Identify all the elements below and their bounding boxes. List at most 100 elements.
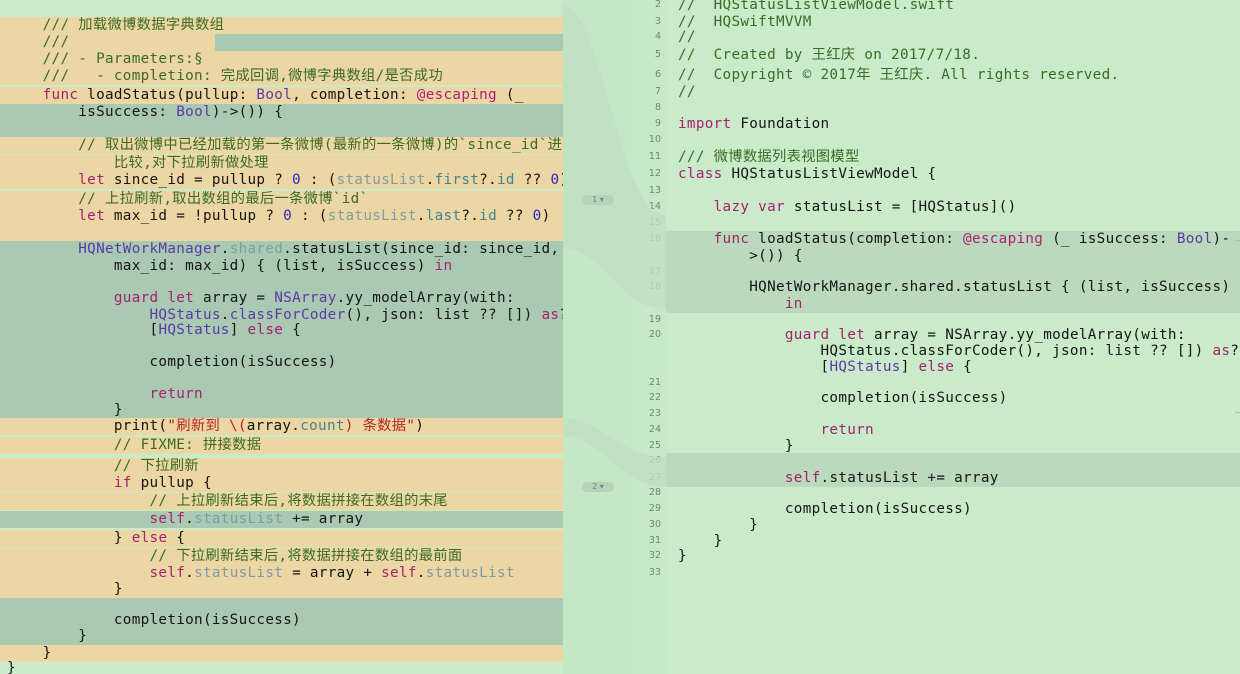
code-token: . [425,172,435,188]
code-line[interactable]: func loadStatus(pullup: Bool, completion… [0,87,563,104]
code-token: ) [415,418,425,434]
code-token: loadStatus(completion: [749,231,964,247]
code-line[interactable]: completion(isSuccess) [0,354,563,371]
code-token: @escaping [416,87,497,103]
code-token: self [7,565,186,581]
code-line[interactable]: // 下拉刷新结束后,将数据拼接在数组的最前面 [0,548,563,565]
code-line[interactable]: } [0,402,563,419]
code-line[interactable] [666,183,1240,200]
code-token: id [496,172,515,188]
code-line[interactable] [666,453,1240,470]
code-line[interactable]: return [666,422,1240,439]
code-token: let [7,172,105,188]
code-line[interactable]: HQNetWorkManager.shared.statusList(since… [0,241,563,258]
code-token: ?? [497,208,533,224]
code-line[interactable] [666,100,1240,117]
code-line[interactable]: isSuccess: Bool)->()) { [0,104,563,121]
code-line[interactable]: self.statusList = array + self.statusLis… [0,565,563,582]
code-token: Foundation [731,116,830,132]
code-token: array. [246,418,301,434]
code-line[interactable]: max_id: max_id) { (list, isSuccess) in [0,258,563,275]
code-token: Bool [256,87,293,103]
code-token: completion(isSuccess) [678,390,1008,406]
code-line[interactable]: completion(isSuccess) [666,501,1240,518]
code-line[interactable]: // [666,84,1240,101]
code-line[interactable]: /// - Parameters:§ [0,51,563,68]
code-token: ] [229,322,248,338]
code-line[interactable]: } else { [0,530,563,547]
overview-tick [1235,412,1240,413]
code-line[interactable]: /// [0,34,563,51]
code-line[interactable]: // [666,29,1240,46]
code-line[interactable]: completion(isSuccess) [0,612,563,629]
code-token: { [167,530,186,546]
code-token: (), json: list ?? []) [345,307,542,323]
code-token: else [247,322,284,338]
code-line[interactable]: completion(isSuccess) [666,390,1240,407]
code-line[interactable]: import Foundation [666,116,1240,133]
code-token: = array + [283,565,382,581]
code-line[interactable]: } [0,660,563,674]
code-line[interactable] [0,225,563,242]
code-line[interactable]: [HQStatus] else { [0,322,563,339]
code-line[interactable] [0,370,563,387]
code-line[interactable]: [HQStatus] else { [666,359,1240,376]
code-line[interactable]: // 下拉刷新 [0,458,563,475]
code-token: , completion: [292,87,417,103]
code-line[interactable]: lazy var statusList = [HQStatus]() [666,199,1240,216]
code-token: /// [7,34,70,50]
code-line[interactable]: 比较,对下拉刷新做处理 [0,155,563,172]
code-line[interactable]: // Created by 王红庆 on 2017/7/18. [666,47,1240,64]
change-marker-1[interactable]: 1 ▾ [582,195,614,205]
code-line[interactable] [666,565,1240,582]
code-line[interactable] [666,132,1240,149]
code-line[interactable]: // 取出微博中已经加载的第一条微博(最新的一条微博)的`since_id`进行 [0,137,563,154]
code-line[interactable]: // Copyright © 2017年 王红庆. All rights res… [666,67,1240,84]
code-line[interactable]: } [666,548,1240,565]
code-token: ?. [461,208,480,224]
code-line[interactable]: print("刷新到 \(array.count) 条数据") [0,418,563,435]
code-token: { [283,322,301,338]
code-line[interactable]: guard let array = NSArray.yy_modelArray(… [666,327,1240,344]
right-code-pane[interactable]: // HQStatusListViewModel.swift// HQSwift… [666,0,1240,674]
code-line[interactable]: func loadStatus(completion: @escaping (_… [666,231,1240,248]
code-line[interactable]: >()) { [666,248,1240,265]
code-line[interactable]: } [0,628,563,645]
code-line[interactable]: if pullup { [0,475,563,492]
code-line[interactable]: in [666,296,1240,313]
code-line[interactable]: } [0,581,563,598]
code-line[interactable]: HQNetWorkManager.shared.statusList { (li… [666,279,1240,296]
code-line[interactable]: return [0,386,563,403]
code-line[interactable] [666,485,1240,502]
code-token: Bool [1176,231,1213,247]
code-line[interactable]: /// 加载微博数据字典数组 [0,17,563,34]
code-line[interactable]: // 上拉刷新,取出数组的最后一条微博`id` [0,191,563,208]
code-line[interactable]: // 上拉刷新结束后,将数据拼接在数组的末尾 [0,493,563,510]
code-token: lazy [678,199,750,215]
code-token: .statusList(since_id: since_id, [283,241,560,257]
code-line[interactable]: class HQStatusListViewModel { [666,166,1240,183]
code-token: 0 [283,208,293,224]
code-line[interactable]: guard let array = NSArray.yy_modelArray(… [0,290,563,307]
code-line[interactable]: // HQStatusListViewModel.swift [666,0,1240,14]
code-token: func [678,231,750,247]
code-line[interactable]: // FIXME: 拼接数据 [0,437,563,454]
code-line[interactable]: let since_id = pullup ? 0 : (statusList.… [0,172,563,189]
code-line[interactable]: } [666,517,1240,534]
diff-connector-shapes [563,6,666,487]
code-line[interactable]: HQStatus.classForCoder(), json: list ?? … [666,343,1240,360]
code-token: func [7,87,79,103]
code-line[interactable]: /// 微博数据列表视图模型 [666,149,1240,166]
code-line[interactable]: self.statusList += array [0,511,563,528]
change-marker-2[interactable]: 2 ▾ [582,482,614,492]
code-line[interactable] [0,121,563,138]
code-token: "刷新到 \( [167,418,247,434]
code-line[interactable]: let max_id = !pullup ? 0 : (statusList.l… [0,208,563,225]
left-code-pane[interactable]: /// 加载微博数据字典数组 /// /// - Parameters:§ //… [0,0,563,674]
code-token: ) 条数据" [344,418,416,434]
code-line[interactable] [666,406,1240,423]
code-line[interactable] [666,215,1240,232]
code-line[interactable]: /// - completion: 完成回调,微博字典数组/是否成功 [0,68,563,85]
code-token: else [918,359,955,375]
code-token: self [7,511,186,527]
